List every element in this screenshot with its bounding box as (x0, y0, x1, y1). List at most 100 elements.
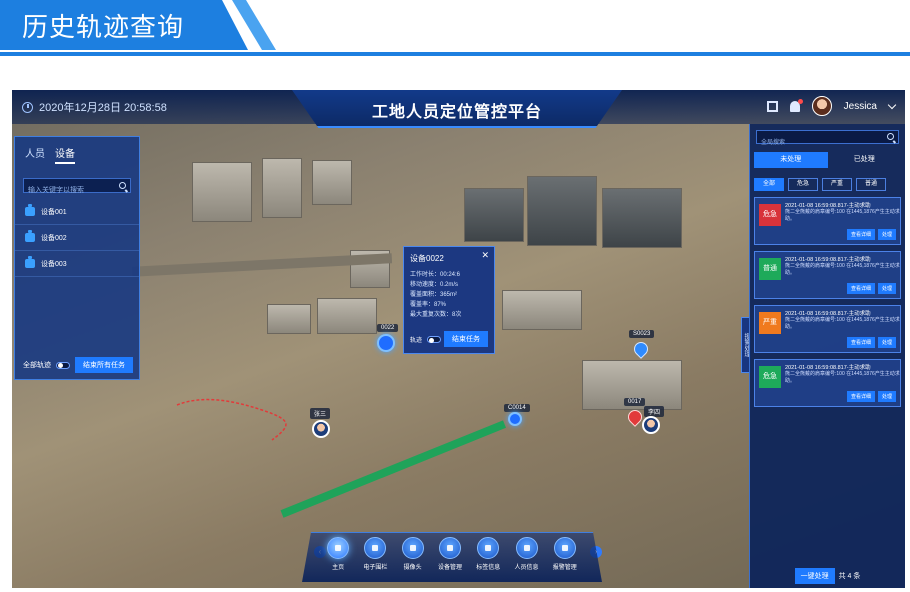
process-button[interactable]: 处理 (877, 283, 896, 294)
global-search-input[interactable] (757, 137, 898, 149)
track-control: 轨迹 (410, 335, 441, 344)
process-button[interactable]: 处理 (877, 337, 896, 348)
tab-devices[interactable]: 设备 (55, 145, 75, 164)
device-info-popup: 设备0022 ✕ 工作时长：00:24:6 移动速度：0.2m/s 覆盖面积：3… (403, 246, 495, 354)
person-marker-lisi[interactable] (642, 416, 660, 434)
view-details-button[interactable]: 查看详细 (846, 283, 875, 294)
alarm-icon (553, 537, 576, 559)
user-name[interactable]: Jessica (844, 101, 877, 112)
process-button[interactable]: 处理 (877, 391, 896, 402)
tab-personnel[interactable]: 人员 (25, 145, 45, 164)
alarm-card-list: 危急 2021-01-08 16:59:08.817-主动求助 熊二全熊戴的肩章编号… (750, 197, 905, 407)
alarm-level-badge: 危急 (759, 204, 781, 226)
device-icon (25, 256, 35, 268)
alarm-card[interactable]: 危急 2021-01-08 16:59:08.817-主动求助 熊二全熊戴的肩章编号… (754, 359, 901, 407)
alarm-time: 2021-01-08 16:59:08.817-主动求助 (785, 257, 871, 263)
filter-critical[interactable]: 危急 (788, 178, 818, 191)
marker-label-0022: 0022 (377, 324, 399, 332)
filter-all[interactable]: 全部 (754, 178, 784, 191)
alarm-actions: 查看详细 处理 (846, 283, 896, 294)
device-list-item[interactable]: 设备003 (15, 251, 139, 277)
search-icon[interactable] (119, 182, 126, 189)
filter-severe[interactable]: 严重 (822, 178, 852, 191)
device-search-box (23, 178, 131, 197)
fullscreen-icon[interactable] (766, 100, 778, 112)
device-list-item[interactable]: 设备001 (15, 199, 139, 225)
map-building (527, 176, 597, 246)
header-clock: 2020年12月28日 20:58:58 (22, 99, 167, 115)
alarm-footer: 一键处理 共 4 条 (750, 564, 905, 588)
tab-processed[interactable]: 已处理 (828, 152, 902, 168)
bell-icon[interactable] (789, 98, 803, 112)
alarm-actions: 查看详细 处理 (846, 229, 896, 240)
end-task-button[interactable]: 结束任务 (444, 331, 488, 347)
app-screen: 0022 S0023 C0014 0017 李四 张三 2020年12月28日 … (12, 90, 905, 588)
nav-item-personnel[interactable]: 人员信息 (515, 537, 539, 582)
device-marker-0022[interactable] (377, 334, 395, 352)
alarm-description: 熊二全熊戴的肩章编号:100 在1445,1876产生主动求助。 (785, 263, 900, 276)
marker-label-c0014: C0014 (504, 404, 530, 412)
close-icon[interactable]: ✕ (481, 250, 489, 261)
device-search-input[interactable] (24, 184, 130, 197)
marker-label-lisi: 李四 (644, 406, 665, 417)
device-icon (25, 204, 35, 216)
all-track-control: 全部轨迹 (23, 360, 70, 370)
process-all-button[interactable]: 一键处理 (794, 568, 835, 584)
search-icon[interactable] (887, 133, 894, 140)
person-marker-zhangsan[interactable] (312, 420, 330, 438)
end-all-tasks-button[interactable]: 结束所有任务 (75, 357, 133, 373)
gear-icon (438, 537, 461, 559)
app-title: 工地人员定位管控平台 (371, 104, 542, 121)
device-list-item[interactable]: 设备002 (15, 225, 139, 251)
alarm-panel: 未处理 已处理 全部 危急 严重 普通 危急 2021-01-08 16:59:0… (749, 124, 905, 588)
alarm-level-badge: 危急 (759, 366, 781, 388)
tag-icon (477, 537, 500, 559)
map-building (502, 290, 582, 330)
panel-tabs: 人员 设备 (15, 137, 139, 168)
view-details-button[interactable]: 查看详细 (846, 391, 875, 402)
marker-label-zhangsan: 张三 (310, 408, 331, 419)
nav-label: 标签信息 (476, 565, 501, 571)
alarm-card[interactable]: 严重 2021-01-08 16:59:08.817-主动求助 熊二全熊戴的肩章编号… (754, 305, 901, 353)
device-name: 设备001 (41, 208, 67, 216)
device-marker-c0014[interactable] (508, 412, 522, 426)
filter-normal[interactable]: 普通 (856, 178, 886, 191)
all-track-toggle[interactable] (55, 361, 70, 369)
global-search-box (756, 130, 899, 149)
alarm-actions: 查看详细 处理 (846, 391, 896, 402)
marker-label-s0023: S0023 (629, 330, 655, 338)
nav-item-home[interactable]: 主页 (327, 537, 350, 582)
popup-row-speed: 移动速度：0.2m/s (410, 282, 459, 288)
alarm-count: 共 4 条 (838, 573, 861, 580)
process-button[interactable]: 处理 (877, 229, 896, 240)
alarm-time: 2021-01-08 16:59:08.817-主动求助 (785, 203, 871, 209)
tab-unprocessed[interactable]: 未处理 (754, 152, 828, 168)
alarm-filters: 全部 危急 严重 普通 (754, 178, 901, 191)
user-icon (515, 537, 538, 559)
nav-item-devices[interactable]: 设备管理 (438, 537, 462, 582)
title-plate: 工地人员定位管控平台 (292, 90, 622, 128)
view-details-button[interactable]: 查看详细 (846, 337, 875, 348)
alarm-card[interactable]: 普通 2021-01-08 16:59:08.817-主动求助 熊二全熊戴的肩章编号… (754, 251, 901, 299)
alarm-time: 2021-01-08 16:59:08.817-主动求助 (785, 365, 871, 371)
popup-row-coverage: 覆盖率：87% (410, 302, 447, 308)
alarm-description: 熊二全熊戴的肩章编号:100 在1445,1876产生主动求助。 (785, 317, 900, 330)
nav-item-tags[interactable]: 标签信息 (476, 537, 500, 582)
page-banner: 历史轨迹查询 (0, 0, 910, 60)
alarm-card[interactable]: 危急 2021-01-08 16:59:08.817-主动求助 熊二全熊戴的肩章编号… (754, 197, 901, 245)
home-icon (327, 537, 350, 559)
nav-item-fence[interactable]: 电子围栏 (363, 537, 387, 582)
nav-item-alarms[interactable]: 报警管理 (553, 537, 577, 582)
marker-label-0017: 0017 (624, 398, 646, 406)
nav-item-camera[interactable]: 摄像头 (401, 537, 424, 582)
avatar[interactable] (811, 96, 832, 116)
map-building (312, 160, 352, 205)
alarm-level-badge: 普通 (759, 258, 781, 280)
view-details-button[interactable]: 查看详细 (846, 229, 875, 240)
location-pin-s0023[interactable] (631, 339, 651, 359)
map-building (464, 188, 524, 242)
track-toggle[interactable] (426, 336, 441, 344)
popup-row-work-time: 工作时长：00:24:6 (410, 272, 461, 278)
chevron-down-icon[interactable] (887, 100, 897, 109)
alarm-description: 熊二全熊戴的肩章编号:100 在1445,1876产生主动求助。 (785, 209, 900, 222)
